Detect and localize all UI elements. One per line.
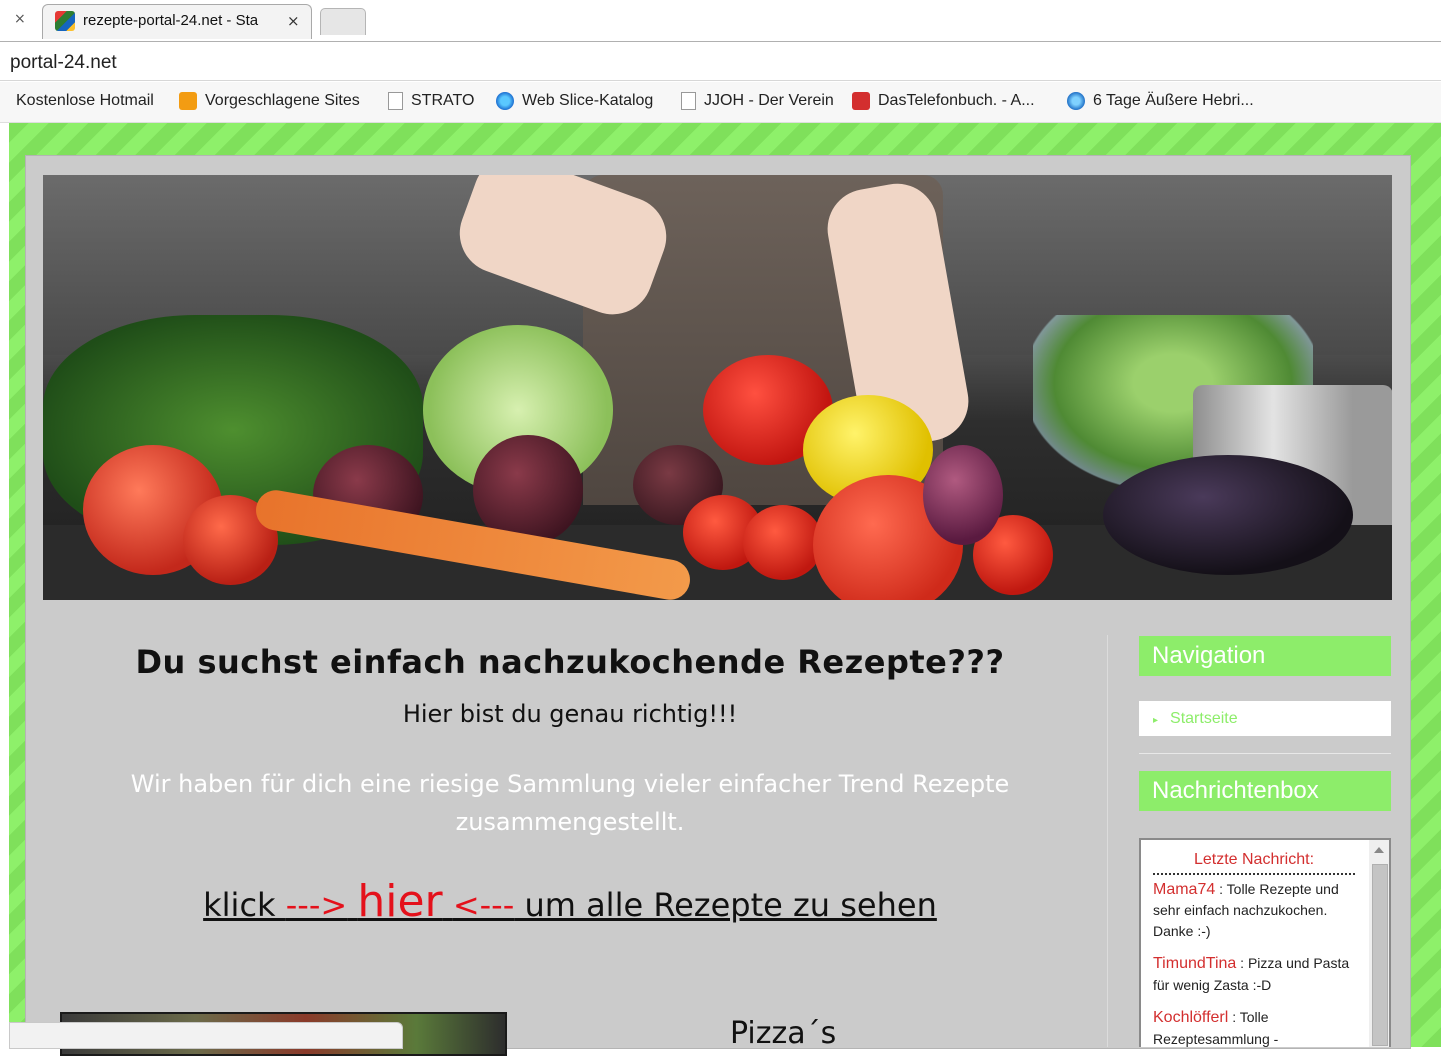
news-heading: Nachrichtenbox bbox=[1139, 771, 1391, 811]
nav-item-startseite[interactable]: ▸ Startseite bbox=[1139, 701, 1391, 736]
nav-item-label: Startseite bbox=[1170, 710, 1238, 727]
bookmark-web-slice-katalog[interactable]: Web Slice-Katalog bbox=[496, 92, 653, 110]
all-recipes-link[interactable]: klick ---> hier <--- um alle Rezepte zu … bbox=[110, 876, 1030, 927]
bookmark-jjoh-der-verein[interactable]: JJOH - Der Verein bbox=[681, 92, 834, 110]
hier-link[interactable]: hier bbox=[357, 876, 442, 927]
news-box: Letzte Nachricht: Mama74 : Tolle Rezepte… bbox=[1139, 838, 1391, 1047]
klick-prefix: klick bbox=[203, 886, 286, 924]
news-message: TimundTina : Pizza und Pasta für wenig Z… bbox=[1153, 955, 1350, 993]
bookmark-label: 6 Tage Äußere Hebri... bbox=[1093, 92, 1254, 109]
news-message: Mama74 : Tolle Rezepte und sehr einfach … bbox=[1153, 880, 1339, 939]
close-tab-icon[interactable]: × bbox=[14, 11, 26, 27]
arrow-right: ---> bbox=[285, 886, 348, 924]
bookmark-label: Vorgeschlagene Sites bbox=[205, 92, 360, 109]
intro-text: Wir haben für dich eine riesige Sammlung… bbox=[130, 770, 1010, 836]
bookmark-dastelefonbuch[interactable]: DasTelefonbuch. - A... bbox=[852, 92, 1035, 110]
ie-icon bbox=[496, 92, 514, 110]
bookmark-label: Kostenlose Hotmail bbox=[16, 92, 154, 109]
news-list: Letzte Nachricht: Mama74 : Tolle Rezepte… bbox=[1153, 840, 1355, 1047]
bookmark-strato[interactable]: STRATO bbox=[388, 92, 474, 110]
tab-bar: × rezepte-portal-24.net - Sta × bbox=[0, 0, 1441, 42]
site-favicon-icon bbox=[55, 11, 75, 31]
message-user[interactable]: TimundTina bbox=[1153, 955, 1236, 972]
telefonbuch-icon bbox=[852, 92, 870, 110]
left-strip bbox=[0, 123, 9, 923]
tab-close-icon[interactable]: × bbox=[287, 12, 300, 30]
new-tab-button[interactable] bbox=[320, 8, 366, 35]
hero-image bbox=[43, 175, 1392, 600]
bookmarks-bar: Kostenlose Hotmail Vorgeschlagene Sites … bbox=[0, 82, 1441, 123]
status-bar bbox=[9, 1022, 403, 1049]
red-onion bbox=[923, 445, 1003, 545]
suggested-sites-icon bbox=[179, 92, 197, 110]
scroll-up-icon[interactable] bbox=[1374, 847, 1384, 853]
bookmark-label: JJOH - Der Verein bbox=[704, 92, 834, 109]
bookmark-kostenlose-hotmail[interactable]: Kostenlose Hotmail bbox=[16, 92, 154, 110]
news-box-title: Letzte Nachricht: bbox=[1153, 840, 1355, 875]
klick-suffix: um alle Rezepte zu sehen bbox=[514, 886, 937, 924]
news-scrollbar[interactable] bbox=[1369, 840, 1389, 1047]
page-headline: Du suchst einfach nachzukochende Rezepte… bbox=[135, 643, 1005, 681]
message-user[interactable]: Kochlöfferl bbox=[1153, 1009, 1228, 1026]
bookmark-6-tage[interactable]: 6 Tage Äußere Hebri... bbox=[1067, 92, 1254, 110]
cherry-tomato bbox=[743, 505, 823, 580]
pizza-title: Pizza´s bbox=[730, 1016, 837, 1051]
eggplant bbox=[1103, 455, 1353, 575]
page-subheadline: Hier bist du genau richtig!!! bbox=[402, 700, 738, 728]
page-icon bbox=[388, 92, 403, 110]
scroll-thumb[interactable] bbox=[1372, 864, 1388, 1046]
tab-bar-divider bbox=[0, 41, 1441, 42]
address-url[interactable]: portal-24.net bbox=[10, 52, 117, 74]
address-bar[interactable]: portal-24.net bbox=[0, 44, 1441, 81]
navigation-heading: Navigation bbox=[1139, 636, 1391, 676]
news-message: Kochlöfferl : Tolle Rezeptesammlung - bbox=[1153, 1009, 1279, 1047]
column-divider bbox=[1107, 635, 1108, 1047]
bookmark-vorgeschlagene-sites[interactable]: Vorgeschlagene Sites bbox=[179, 92, 360, 110]
globe-icon bbox=[1067, 92, 1085, 110]
bullet-icon: ▸ bbox=[1153, 715, 1159, 726]
message-user[interactable]: Mama74 bbox=[1153, 881, 1215, 898]
bookmark-label: Web Slice-Katalog bbox=[522, 92, 654, 109]
browser-tab[interactable]: rezepte-portal-24.net - Sta × bbox=[42, 4, 312, 39]
nav-separator bbox=[1139, 753, 1391, 754]
tab-title: rezepte-portal-24.net - Sta bbox=[83, 12, 259, 29]
arrow-left: <--- bbox=[452, 886, 515, 924]
bookmark-label: DasTelefonbuch. - A... bbox=[878, 92, 1035, 109]
bookmark-label: STRATO bbox=[411, 92, 475, 109]
page-icon bbox=[681, 92, 696, 110]
